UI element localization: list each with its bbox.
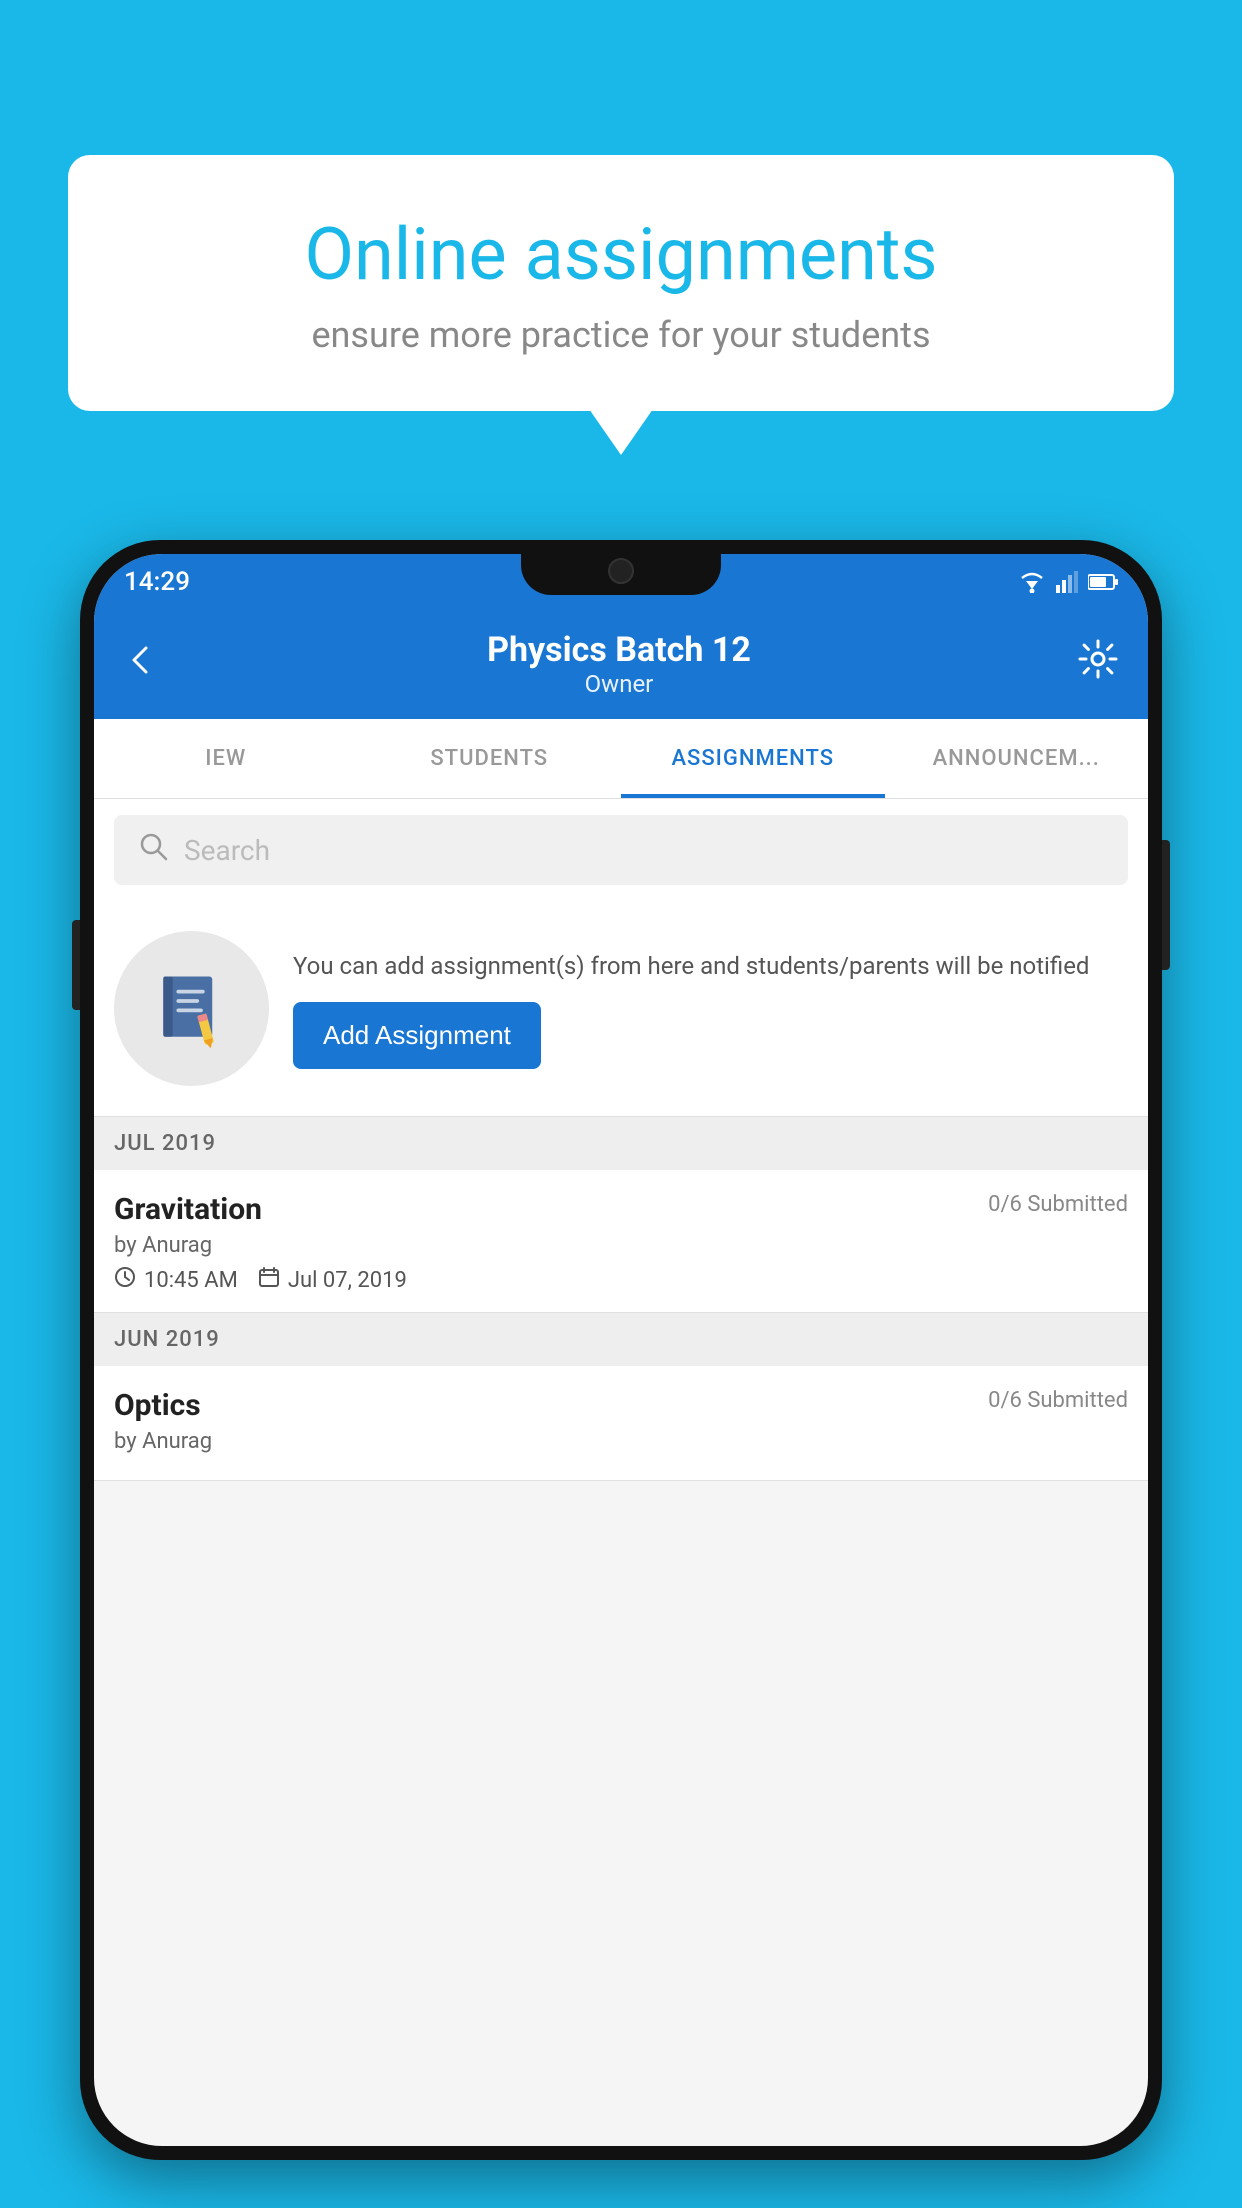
- speech-bubble: Online assignments ensure more practice …: [68, 155, 1174, 411]
- assignment-by-optics: by Anurag: [114, 1429, 1128, 1454]
- promo-icon-circle: [114, 931, 269, 1086]
- phone-notch: [521, 540, 721, 595]
- assignment-time: 10:45 AM: [114, 1266, 238, 1294]
- assignment-row1: Gravitation 0/6 Submitted: [114, 1192, 1128, 1227]
- assignment-meta-gravitation: 10:45 AM Jul 07, 2019: [114, 1266, 1128, 1294]
- app-bar: Physics Batch 12 Owner: [94, 609, 1148, 719]
- status-time: 14:29: [124, 567, 190, 597]
- assignment-date-value: Jul 07, 2019: [288, 1268, 407, 1293]
- assignment-icon: [152, 969, 232, 1049]
- search-placeholder: Search: [184, 834, 270, 867]
- power-button: [1162, 840, 1170, 970]
- phone-outer: 14:29: [80, 540, 1162, 2160]
- volume-button: [72, 920, 80, 1010]
- promo-section: You can add assignment(s) from here and …: [94, 901, 1148, 1117]
- tab-assignments[interactable]: ASSIGNMENTS: [621, 719, 885, 798]
- assignment-by-gravitation: by Anurag: [114, 1233, 1128, 1258]
- calendar-icon: [258, 1266, 280, 1294]
- status-icons: [1018, 571, 1118, 593]
- search-bar[interactable]: Search: [114, 815, 1128, 885]
- assignment-date: Jul 07, 2019: [258, 1266, 407, 1294]
- section-header-jun: JUN 2019: [94, 1313, 1148, 1366]
- search-icon: [138, 831, 168, 869]
- wifi-icon: [1018, 571, 1046, 593]
- speech-bubble-container: Online assignments ensure more practice …: [68, 155, 1174, 411]
- clock-icon: [114, 1266, 136, 1294]
- tab-students[interactable]: STUDENTS: [358, 719, 622, 798]
- phone-container: 14:29: [80, 540, 1162, 2208]
- tab-iew[interactable]: IEW: [94, 719, 358, 798]
- assignment-submitted-gravitation: 0/6 Submitted: [988, 1192, 1128, 1217]
- app-bar-title-group: Physics Batch 12 Owner: [160, 630, 1078, 698]
- app-bar-subtitle: Owner: [160, 670, 1078, 698]
- assignment-name-gravitation: Gravitation: [114, 1192, 262, 1227]
- assignment-time-value: 10:45 AM: [144, 1268, 238, 1293]
- phone-camera: [608, 558, 634, 584]
- tabs-bar: IEW STUDENTS ASSIGNMENTS ANNOUNCEM...: [94, 719, 1148, 799]
- battery-icon: [1088, 573, 1118, 591]
- speech-bubble-title: Online assignments: [138, 215, 1104, 294]
- promo-text-area: You can add assignment(s) from here and …: [293, 948, 1128, 1069]
- section-header-jul: JUL 2019: [94, 1117, 1148, 1170]
- assignment-submitted-optics: 0/6 Submitted: [988, 1388, 1128, 1413]
- add-assignment-button[interactable]: Add Assignment: [293, 1002, 541, 1069]
- back-button[interactable]: [124, 641, 160, 688]
- signal-icon: [1056, 571, 1078, 593]
- promo-description: You can add assignment(s) from here and …: [293, 948, 1128, 984]
- assignment-name-optics: Optics: [114, 1388, 201, 1423]
- phone-screen: 14:29: [94, 554, 1148, 2146]
- assignment-item-optics[interactable]: Optics 0/6 Submitted by Anurag: [94, 1366, 1148, 1481]
- app-bar-title: Physics Batch 12: [160, 630, 1078, 670]
- assignment-row1-optics: Optics 0/6 Submitted: [114, 1388, 1128, 1423]
- search-bar-container: Search: [94, 799, 1148, 901]
- speech-bubble-subtitle: ensure more practice for your students: [138, 314, 1104, 356]
- settings-button[interactable]: [1078, 639, 1118, 689]
- assignment-item-gravitation[interactable]: Gravitation 0/6 Submitted by Anurag: [94, 1170, 1148, 1313]
- tab-announcements[interactable]: ANNOUNCEM...: [885, 719, 1149, 798]
